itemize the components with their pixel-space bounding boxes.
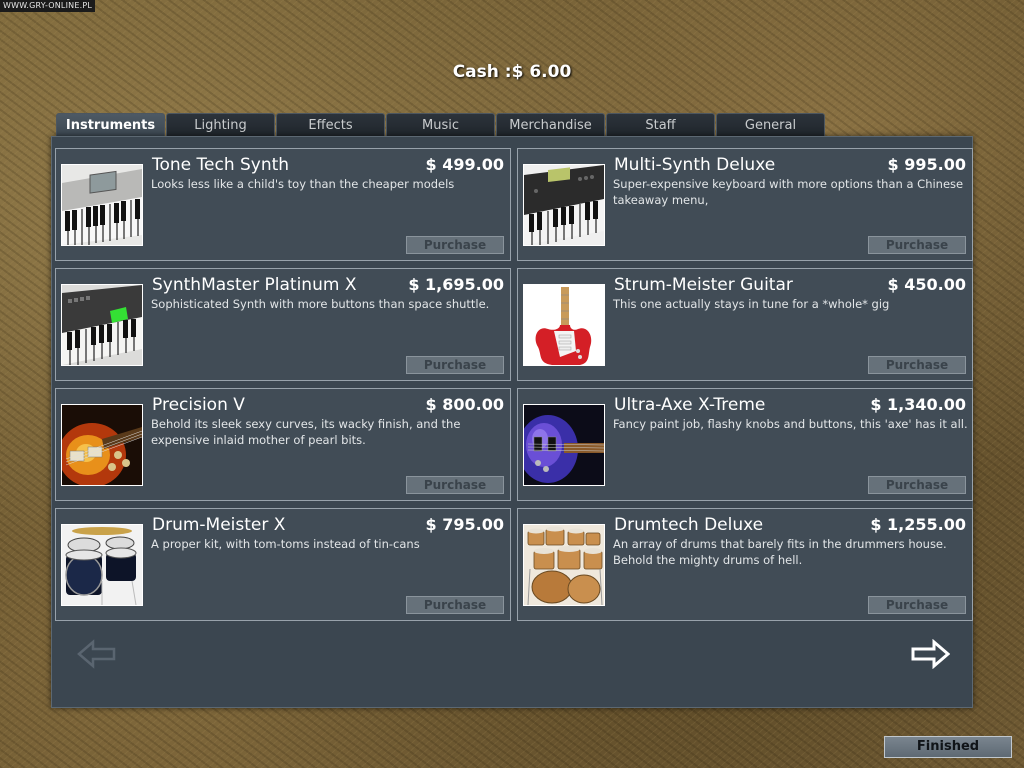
item-price: $ 1,340.00	[870, 395, 966, 414]
cash-label: Cash :	[452, 62, 512, 82]
item-name: Drum-Meister X	[152, 515, 286, 535]
item-price: $ 1,695.00	[408, 275, 504, 294]
item-name: Tone Tech Synth	[152, 155, 290, 175]
purchase-button[interactable]: Purchase	[406, 596, 504, 614]
finished-button[interactable]: Finished	[884, 736, 1012, 758]
item-description: Behold its sleek sexy curves, its wacky …	[151, 417, 461, 447]
shop-item-card: Tone Tech Synth $ 499.00 Looks less like…	[55, 148, 511, 261]
drum-kit-icon	[61, 524, 143, 606]
tab-effects[interactable]: Effects	[276, 113, 385, 136]
tab-general[interactable]: General	[716, 113, 825, 136]
shop-item-card: Drum-Meister X $ 795.00 A proper kit, wi…	[55, 508, 511, 621]
cash-value: $ 6.00	[511, 62, 572, 82]
item-price: $ 995.00	[887, 155, 966, 174]
synth-keyboard-icon	[523, 164, 605, 246]
item-price: $ 795.00	[425, 515, 504, 534]
item-price: $ 499.00	[425, 155, 504, 174]
item-description: An array of drums that barely fits in th…	[613, 537, 947, 567]
arrow-left-icon[interactable]	[77, 639, 117, 669]
tab-lighting[interactable]: Lighting	[166, 113, 275, 136]
category-tabs: Instruments Lighting Effects Music Merch…	[56, 113, 826, 136]
item-price: $ 1,255.00	[870, 515, 966, 534]
item-description: Looks less like a child's toy than the c…	[151, 177, 455, 191]
electric-guitar-icon	[523, 284, 605, 366]
purchase-button[interactable]: Purchase	[406, 356, 504, 374]
item-price: $ 800.00	[425, 395, 504, 414]
item-description: A proper kit, with tom-toms instead of t…	[151, 537, 420, 551]
tab-music[interactable]: Music	[386, 113, 495, 136]
arrow-right-icon[interactable]	[910, 638, 951, 670]
synth-keyboard-icon	[61, 284, 143, 366]
shop-item-card: Drumtech Deluxe $ 1,255.00 An array of d…	[517, 508, 973, 621]
purchase-button[interactable]: Purchase	[868, 476, 966, 494]
item-name: Strum-Meister Guitar	[614, 275, 793, 295]
purchase-button[interactable]: Purchase	[406, 476, 504, 494]
item-name: Multi-Synth Deluxe	[614, 155, 776, 175]
item-name: SynthMaster Platinum X	[152, 275, 357, 295]
item-description: Sophisticated Synth with more buttons th…	[151, 297, 490, 311]
purchase-button[interactable]: Purchase	[868, 236, 966, 254]
shop-item-card: Strum-Meister Guitar $ 450.00 This one a…	[517, 268, 973, 381]
shop-item-card: SynthMaster Platinum X $ 1,695.00 Sophis…	[55, 268, 511, 381]
cash-display: Cash :$ 6.00	[0, 62, 1024, 82]
tab-staff[interactable]: Staff	[606, 113, 715, 136]
item-description: This one actually stays in tune for a *w…	[613, 297, 890, 311]
purchase-button[interactable]: Purchase	[406, 236, 504, 254]
electric-guitar-icon	[523, 404, 605, 486]
purchase-button[interactable]: Purchase	[868, 356, 966, 374]
item-name: Precision V	[152, 395, 245, 415]
item-price: $ 450.00	[887, 275, 966, 294]
shop-item-card: Precision V $ 800.00 Behold its sleek se…	[55, 388, 511, 501]
electric-guitar-icon	[61, 404, 143, 486]
shop-panel: Tone Tech Synth $ 499.00 Looks less like…	[51, 136, 973, 708]
item-name: Drumtech Deluxe	[614, 515, 764, 535]
shop-item-card: Multi-Synth Deluxe $ 995.00 Super-expens…	[517, 148, 973, 261]
watermark: WWW.GRY-ONLINE.PL	[0, 0, 96, 12]
item-description: Fancy paint job, flashy knobs and button…	[613, 417, 968, 431]
synth-keyboard-icon	[61, 164, 143, 246]
tab-merchandise[interactable]: Merchandise	[496, 113, 605, 136]
shop-item-card: Ultra-Axe X-Treme $ 1,340.00 Fancy paint…	[517, 388, 973, 501]
drum-kit-icon	[523, 524, 605, 606]
item-name: Ultra-Axe X-Treme	[614, 395, 766, 415]
item-description: Super-expensive keyboard with more optio…	[613, 177, 964, 207]
purchase-button[interactable]: Purchase	[868, 596, 966, 614]
tab-instruments[interactable]: Instruments	[56, 113, 165, 136]
